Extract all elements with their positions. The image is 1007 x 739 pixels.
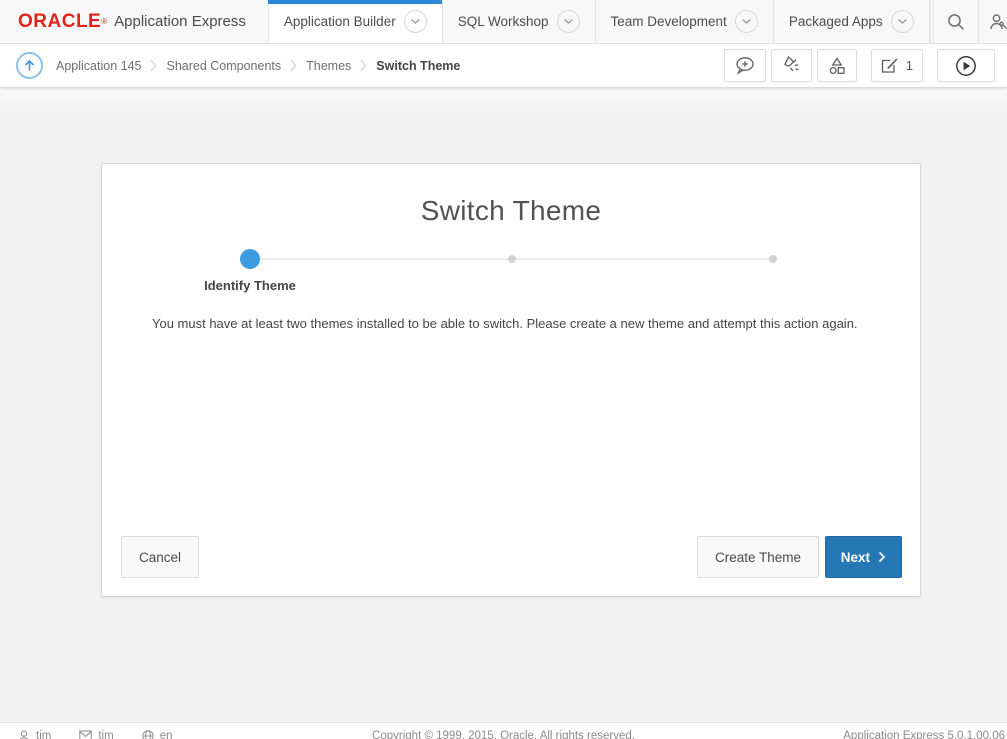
product-name: Application Express [114,13,246,30]
footer-user: tim [18,730,51,739]
wizard-step-2-dot [508,255,516,263]
edit-page-number: 1 [906,58,913,73]
footer-version: Application Express 5.0.1.00.06 [843,730,1007,739]
oracle-wordmark: ORACLE [18,11,101,33]
flashlight-icon [781,56,802,76]
oracle-apex-logo[interactable]: ORACLE® Application Express [0,0,268,43]
chevron-down-icon[interactable] [557,10,580,33]
page-toolbar: 1 [724,49,995,82]
cancel-button[interactable]: Cancel [121,536,199,578]
tab-label: Packaged Apps [789,14,883,29]
chevron-down-icon[interactable] [735,10,758,33]
administration-menu-button[interactable] [978,0,1007,43]
breadcrumb-bar: Application 145 Shared Components Themes… [0,44,1007,88]
spotlight-search-button[interactable] [771,49,812,82]
breadcrumb-shared-components[interactable]: Shared Components [166,59,281,73]
breadcrumb-separator-icon [150,58,157,73]
up-level-button[interactable] [16,52,43,79]
wizard-message: You must have at least two themes instal… [152,316,890,331]
edit-page-button[interactable]: 1 [871,49,923,82]
shapes-icon [827,56,847,76]
tab-label: SQL Workshop [458,14,549,29]
tab-application-builder[interactable]: Application Builder [268,0,442,43]
play-icon [955,55,977,77]
globe-icon [142,730,154,739]
switch-theme-wizard-card: Switch Theme Identify Theme You must hav… [101,163,921,597]
edit-pencil-icon [881,57,899,74]
chevron-down-icon[interactable] [404,10,427,33]
wizard-title: Switch Theme [102,164,920,227]
feedback-bubble-icon [734,56,756,75]
footer-user-name: tim [36,730,51,739]
envelope-icon [79,730,92,739]
wizard-step-3-dot [769,255,777,263]
footer-workspace: tim [79,730,113,739]
footer-language-code: en [160,730,173,739]
tab-label: Team Development [611,14,727,29]
breadcrumb-separator-icon [360,58,367,73]
breadcrumb-application-145[interactable]: Application 145 [56,59,141,73]
wizard-step-1-dot [240,249,260,269]
tab-label: Application Builder [284,14,396,29]
search-button[interactable] [934,0,978,43]
footer-copyright: Copyright © 1999, 2015, Oracle. All righ… [372,730,635,739]
footer-row: tim tim en Copyright © 1999, 2015, Oracl [0,723,1007,739]
next-button[interactable]: Next [825,536,902,578]
create-theme-button[interactable]: Create Theme [697,536,819,578]
shared-components-button[interactable] [817,49,857,82]
wizard-active-step-label: Identify Theme [204,278,296,293]
breadcrumb-themes[interactable]: Themes [306,59,351,73]
footer-language: en [142,730,173,739]
search-icon [946,12,966,32]
feedback-button[interactable] [724,49,766,82]
next-button-label: Next [841,550,870,565]
arrow-up-icon [23,59,36,72]
breadcrumb-separator-icon [290,58,297,73]
chevron-down-icon[interactable] [891,10,914,33]
main-tabs: Application Builder SQL Workshop Team De… [268,0,930,43]
top-bar-utility-icons: ? [930,0,1007,43]
top-navigation-bar: ORACLE® Application Express Application … [0,0,1007,44]
tab-sql-workshop[interactable]: SQL Workshop [442,0,595,43]
footer-workspace-name: tim [98,730,113,739]
page-body: Switch Theme Identify Theme You must hav… [0,90,1007,722]
user-icon [18,730,30,739]
registered-mark: ® [101,17,107,27]
breadcrumb: Application 145 Shared Components Themes… [56,58,460,73]
admin-wrench-icon [988,13,1007,31]
run-application-button[interactable] [937,49,995,82]
tab-packaged-apps[interactable]: Packaged Apps [773,0,930,43]
page-footer: tim tim en Copyright © 1999, 2015, Oracl [0,722,1007,739]
breadcrumb-switch-theme: Switch Theme [376,59,460,73]
chevron-right-icon [878,551,886,563]
tab-team-development[interactable]: Team Development [595,0,773,43]
